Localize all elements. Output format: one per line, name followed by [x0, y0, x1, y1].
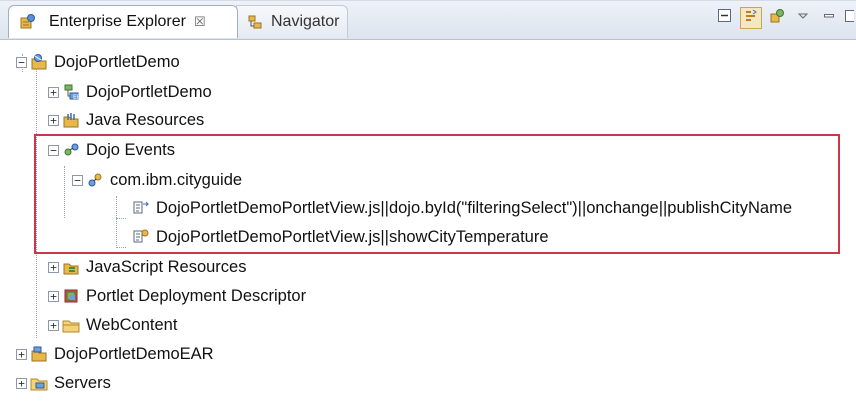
- tree-item-event[interactable]: DojoPortletDemoPortletView.js||showCityT…: [132, 223, 549, 251]
- minimize-icon: [823, 9, 835, 27]
- tree-item-label: Java Resources: [86, 110, 205, 129]
- tree-item-dojo-events[interactable]: − Dojo Events: [48, 136, 175, 164]
- tree-item-servers[interactable]: + Servers: [16, 369, 111, 397]
- collapse-toggle[interactable]: −: [16, 56, 27, 68]
- expand-toggle[interactable]: +: [16, 348, 27, 360]
- collapse-toggle[interactable]: −: [72, 174, 83, 186]
- tab-enterprise-explorer[interactable]: Enterprise Explorer ☒: [8, 5, 238, 38]
- tree-item-label: JavaScript Resources: [86, 257, 247, 276]
- link-with-editor-icon: [743, 8, 759, 29]
- tab-label: Navigator: [271, 13, 340, 30]
- enterprise-explorer-view: Enterprise Explorer ☒ Navigator − DojoPo…: [0, 0, 856, 404]
- navigator-icon: [247, 14, 263, 30]
- tree-item-label: DojoPortletDemoEAR: [54, 344, 214, 363]
- filter-icon: [769, 8, 785, 29]
- expand-toggle[interactable]: +: [48, 86, 59, 98]
- web-project-icon: [30, 53, 48, 71]
- project-tree: − DojoPortletDemo + EE DojoPortletDemo +…: [0, 40, 856, 404]
- maximize-button[interactable]: [844, 7, 855, 29]
- view-tab-bar: Enterprise Explorer ☒ Navigator: [0, 1, 856, 40]
- collapse-all-icon: [717, 8, 733, 29]
- collapse-all-button[interactable]: [714, 7, 736, 29]
- maximize-icon: [844, 9, 855, 28]
- deployment-descriptor-icon: EE: [62, 83, 80, 101]
- view-menu-button[interactable]: [792, 7, 814, 29]
- tree-item-label: DojoPortletDemoPortletView.js||showCityT…: [156, 227, 549, 246]
- tree-guide: [36, 68, 37, 338]
- collapse-toggle[interactable]: −: [48, 144, 59, 156]
- tree-item-javascript-resources[interactable]: + JavaScript Resources: [48, 253, 246, 281]
- tree-guide: [64, 166, 65, 218]
- tree-item-label: DojoPortletDemo: [86, 82, 212, 101]
- minimize-button[interactable]: [818, 7, 840, 29]
- tab-navigator[interactable]: Navigator: [236, 5, 348, 38]
- tree-item-label: Portlet Deployment Descriptor: [86, 286, 307, 305]
- expand-toggle[interactable]: +: [48, 261, 59, 273]
- java-resources-icon: [62, 111, 80, 129]
- tree-item-event[interactable]: DojoPortletDemoPortletView.js||dojo.byId…: [132, 194, 792, 222]
- tree-item-webcontent[interactable]: + WebContent: [48, 311, 177, 339]
- view-toolbar: [714, 7, 855, 29]
- package-icon: [86, 171, 104, 189]
- tree-item-portlet-deployment-descriptor[interactable]: + Portlet Deployment Descriptor: [48, 282, 306, 310]
- ear-project-icon: [30, 345, 48, 363]
- tree-item-project[interactable]: − DojoPortletDemo: [16, 48, 180, 76]
- tree-guide: [116, 247, 126, 248]
- tree-item-label: Servers: [54, 373, 111, 392]
- tree-item-deployment-descriptor[interactable]: + EE DojoPortletDemo: [48, 78, 212, 106]
- tree-guide: [116, 218, 126, 219]
- tab-label: Enterprise Explorer: [49, 13, 186, 30]
- servers-folder-icon: [30, 374, 48, 392]
- tree-item-package[interactable]: − com.ibm.cityguide: [72, 166, 242, 194]
- enterprise-explorer-icon: [19, 13, 37, 31]
- close-icon[interactable]: ☒: [194, 14, 206, 30]
- expand-toggle[interactable]: +: [48, 290, 59, 302]
- javascript-resources-icon: [62, 258, 80, 276]
- tree-item-ear-project[interactable]: + DojoPortletDemoEAR: [16, 340, 214, 368]
- event-publish-icon: [132, 199, 150, 217]
- tree-item-java-resources[interactable]: + Java Resources: [48, 106, 204, 134]
- tree-guide: [116, 196, 117, 248]
- tree-item-label: Dojo Events: [86, 140, 175, 159]
- portlet-descriptor-icon: [62, 287, 80, 305]
- tree-item-label: WebContent: [86, 315, 178, 334]
- filter-button[interactable]: [766, 7, 788, 29]
- svg-text:EE: EE: [73, 94, 80, 101]
- expand-toggle[interactable]: +: [16, 377, 27, 389]
- tree-item-label: com.ibm.cityguide: [110, 170, 243, 189]
- link-with-editor-button[interactable]: [740, 7, 762, 29]
- dojo-events-icon: [62, 141, 80, 159]
- folder-icon: [62, 316, 80, 334]
- tree-item-label: DojoPortletDemo: [54, 52, 180, 71]
- tree-item-label: DojoPortletDemoPortletView.js||dojo.byId…: [156, 198, 793, 217]
- expand-toggle[interactable]: +: [48, 114, 59, 126]
- event-subscribe-icon: [132, 228, 150, 246]
- expand-toggle[interactable]: +: [48, 319, 59, 331]
- view-menu-icon: [797, 9, 809, 27]
